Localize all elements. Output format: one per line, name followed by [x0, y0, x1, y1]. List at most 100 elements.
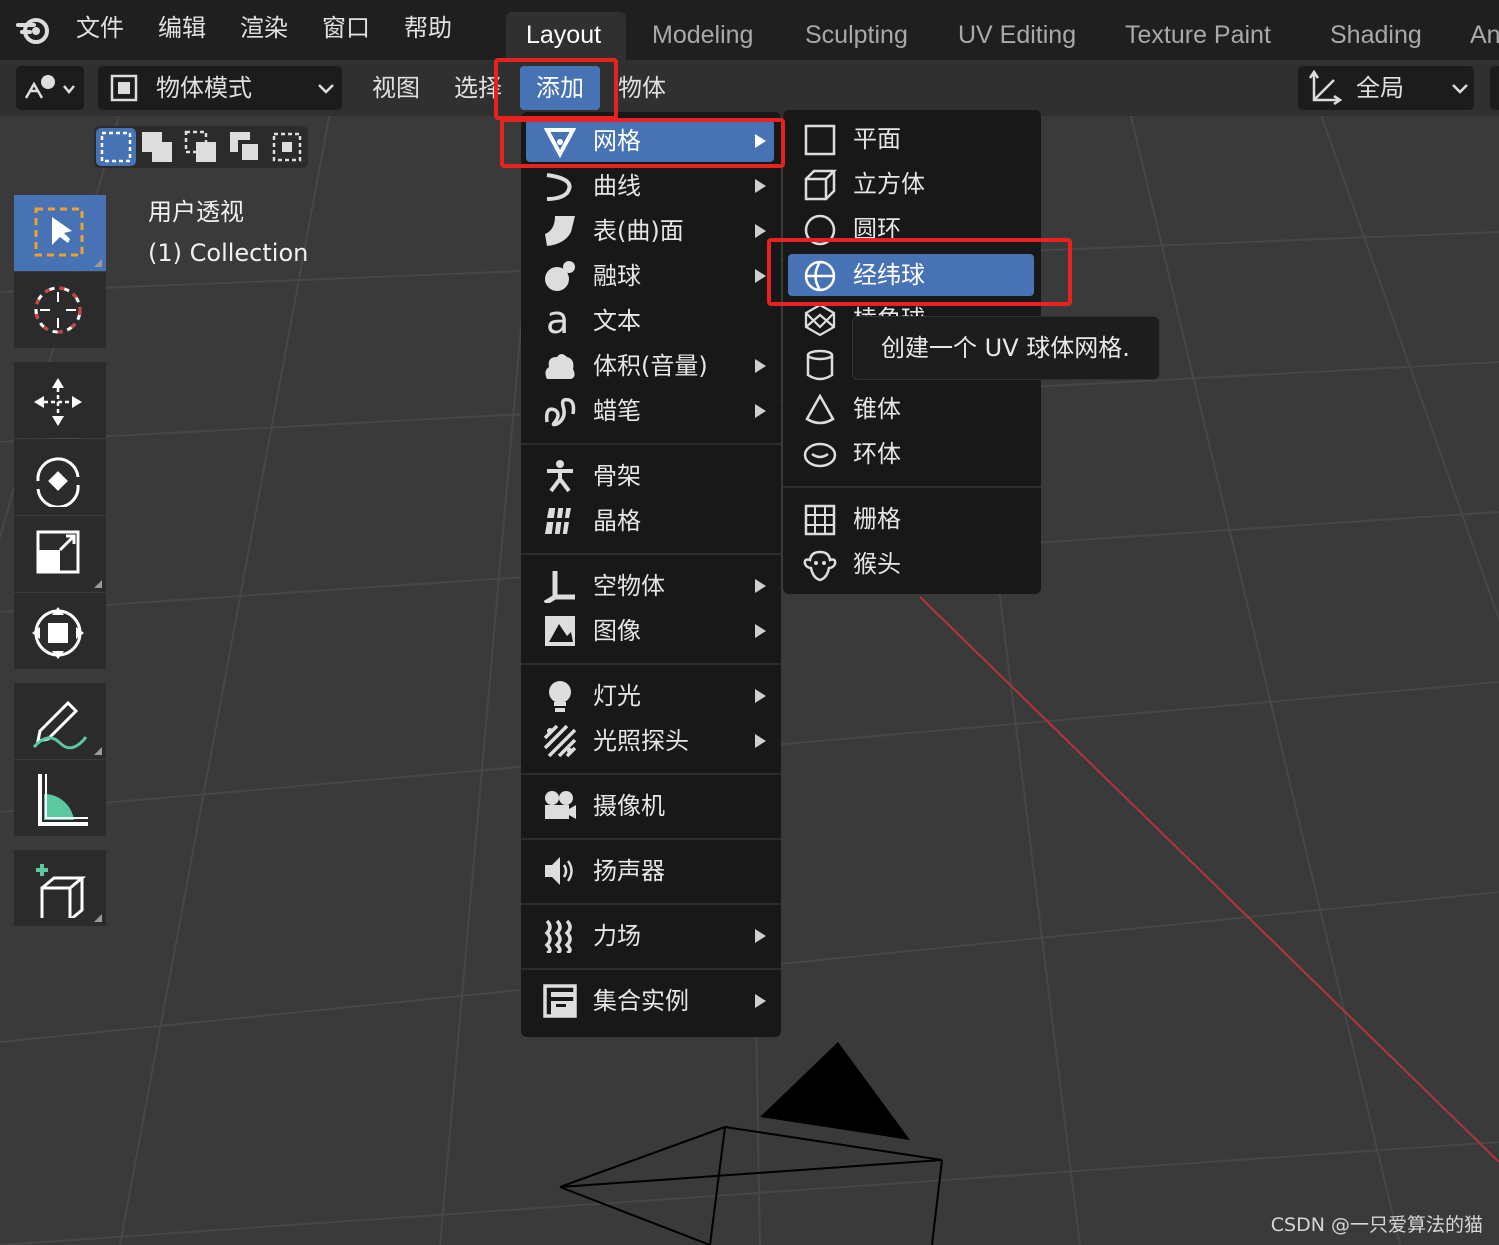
armature-icon	[547, 460, 573, 493]
selection-mode-group	[94, 126, 308, 168]
add-menu-item-collection-instance[interactable]: 集合实例	[521, 980, 781, 1022]
submenu-arrow-icon	[755, 179, 766, 193]
submenu-arrow-icon	[755, 224, 766, 238]
mesh-item-torus[interactable]: 环体	[783, 433, 1041, 475]
add-menu-label: 文本	[593, 307, 641, 335]
add-menu-label: 曲线	[593, 172, 641, 200]
menu-separator	[783, 486, 1041, 488]
chevron-down-icon	[318, 84, 334, 94]
tab-modeling[interactable]: Modeling	[632, 12, 773, 60]
menu-separator	[521, 443, 781, 445]
menu-object[interactable]: 物体	[618, 72, 666, 104]
tool-rotate[interactable]	[14, 439, 106, 515]
select-box-icon	[34, 207, 84, 257]
tool-cursor[interactable]	[14, 272, 106, 348]
add-menu-item-force-field[interactable]: 力场	[521, 915, 781, 957]
add-menu-label: 集合实例	[593, 987, 689, 1015]
tab-uv-editing[interactable]: UV Editing	[938, 12, 1096, 60]
tab-shading[interactable]: Shading	[1310, 12, 1442, 60]
add-menu-item-lattice[interactable]: 晶格	[521, 500, 781, 542]
mesh-item-monkey[interactable]: 猴头	[783, 543, 1041, 585]
speaker-icon	[545, 857, 573, 885]
annotation-box-mesh-item	[500, 118, 785, 168]
tool-add-cube[interactable]	[14, 850, 106, 926]
tab-texture-paint[interactable]: Texture Paint	[1105, 12, 1291, 60]
torus-icon	[803, 442, 837, 468]
light-probe-icon	[543, 724, 577, 758]
metaball-icon	[545, 261, 575, 291]
add-menu-item-light-probe[interactable]: 光照探头	[521, 720, 781, 762]
add-menu-item-armature[interactable]: 骨架	[521, 455, 781, 497]
mesh-item-plane[interactable]: 平面	[783, 118, 1041, 160]
tool-annotate[interactable]	[14, 683, 106, 759]
view-perspective-label: 用户透视	[148, 198, 244, 226]
mesh-item-label: 立方体	[853, 170, 925, 198]
force-field-icon	[544, 919, 572, 953]
transform-orientation-dropdown[interactable]: 全局	[1298, 66, 1474, 110]
add-menu-dropdown: 网格 曲线 表(曲)面 融球 a 文本 体积(音量) 蜡笔 骨架 晶格 空物体 …	[521, 112, 781, 1037]
tab-animation[interactable]: An	[1450, 12, 1499, 60]
mode-dropdown[interactable]: 物体模式	[98, 66, 342, 110]
add-menu-label: 灯光	[593, 682, 641, 710]
menu-view[interactable]: 视图	[372, 72, 420, 104]
add-menu-label: 力场	[593, 922, 641, 950]
menu-file[interactable]: 文件	[76, 12, 124, 44]
mesh-item-label: 平面	[853, 125, 901, 153]
add-menu-label: 晶格	[593, 507, 641, 535]
tool-measure[interactable]	[14, 760, 106, 836]
uv-sphere-tooltip: 创建一个 UV 球体网格.	[852, 316, 1160, 380]
measure-ruler-icon	[38, 774, 88, 826]
tool-select-box[interactable]	[14, 195, 106, 271]
add-menu-item-text[interactable]: a 文本	[521, 300, 781, 342]
tool-scale[interactable]	[14, 516, 106, 592]
add-menu-item-empty[interactable]: 空物体	[521, 565, 781, 607]
add-menu-item-curve[interactable]: 曲线	[521, 165, 781, 207]
grid-icon	[804, 504, 836, 536]
menu-separator	[521, 773, 781, 775]
add-menu-item-speaker[interactable]: 扬声器	[521, 850, 781, 892]
annotation-box-uv-sphere	[767, 238, 1072, 306]
mesh-item-cube[interactable]: 立方体	[783, 163, 1041, 205]
header-overflow[interactable]	[1490, 66, 1499, 110]
add-menu-label: 蜡笔	[593, 397, 641, 425]
add-menu-item-volume[interactable]: 体积(音量)	[521, 345, 781, 387]
rotate-icon	[36, 457, 80, 507]
mesh-item-grid[interactable]: 栅格	[783, 498, 1041, 540]
tab-sculpting[interactable]: Sculpting	[785, 12, 928, 60]
viewport-header: 物体模式 视图 选择 添加 物体 全局	[0, 60, 1499, 116]
cube-icon	[804, 169, 837, 201]
lattice-icon	[545, 505, 571, 537]
selection-mode-icons	[96, 128, 302, 166]
add-menu-item-image[interactable]: 图像	[521, 610, 781, 652]
camera-icon	[545, 791, 576, 819]
menu-window[interactable]: 窗口	[322, 12, 370, 44]
cursor-icon	[34, 286, 82, 334]
tab-layout[interactable]: Layout	[506, 12, 626, 60]
object-mode-icon	[110, 74, 138, 102]
mode-label: 物体模式	[156, 74, 252, 102]
volume-icon	[545, 354, 575, 379]
menu-edit[interactable]: 编辑	[158, 12, 206, 44]
orientation-label: 全局	[1356, 74, 1404, 102]
editor-type-dropdown[interactable]	[16, 66, 84, 110]
menu-help[interactable]: 帮助	[404, 12, 452, 44]
tool-move[interactable]	[14, 362, 106, 438]
submenu-arrow-icon	[755, 359, 766, 373]
mesh-item-cone[interactable]: 锥体	[783, 388, 1041, 430]
submenu-arrow-icon	[755, 689, 766, 703]
mesh-item-label: 锥体	[853, 395, 901, 423]
menu-separator	[521, 663, 781, 665]
menu-render[interactable]: 渲染	[240, 12, 288, 44]
add-menu-item-metaball[interactable]: 融球	[521, 255, 781, 297]
add-menu-item-camera[interactable]: 摄像机	[521, 785, 781, 827]
add-menu-item-surface[interactable]: 表(曲)面	[521, 210, 781, 252]
curve-icon	[546, 173, 572, 201]
image-icon	[545, 616, 575, 646]
add-menu-item-grease-pencil[interactable]: 蜡笔	[521, 390, 781, 432]
tool-transform[interactable]	[14, 593, 106, 669]
add-menu-label: 图像	[593, 617, 641, 645]
blender-logo-icon[interactable]	[14, 10, 54, 50]
add-menu-item-light[interactable]: 灯光	[521, 675, 781, 717]
mesh-item-label: 栅格	[853, 505, 901, 533]
submenu-arrow-icon	[755, 404, 766, 418]
